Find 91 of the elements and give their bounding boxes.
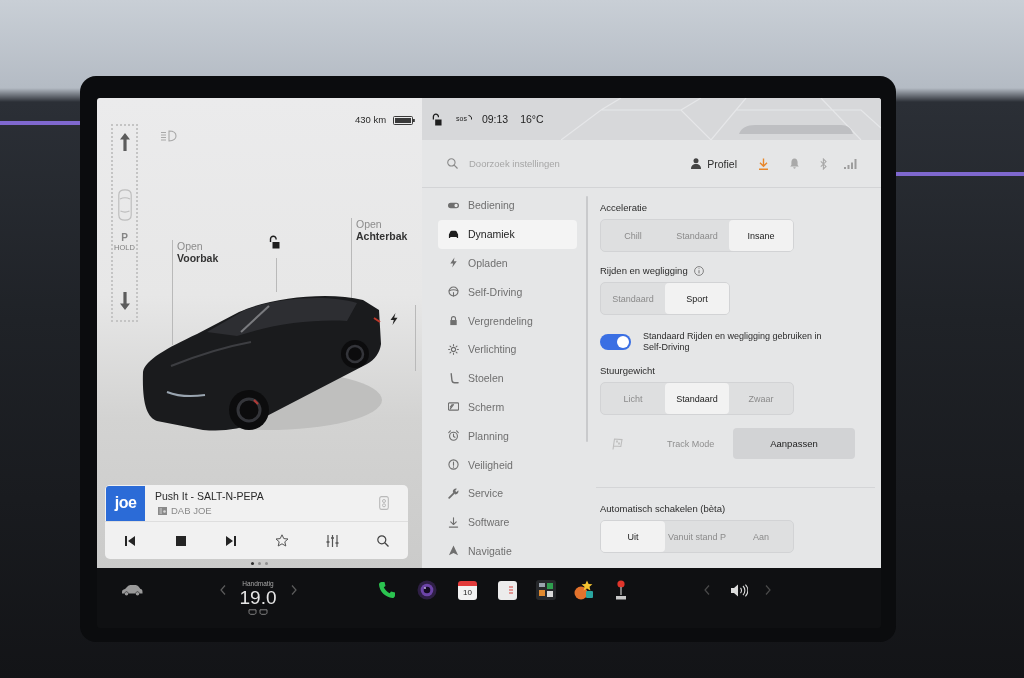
camera-lens-icon[interactable] (417, 580, 437, 600)
next-track-icon[interactable] (226, 535, 237, 546)
search-icon[interactable] (376, 534, 389, 547)
app-grid-icon[interactable] (536, 580, 556, 600)
chevron-right-icon[interactable] (291, 585, 297, 595)
toy-shapes-icon[interactable] (574, 580, 594, 600)
joystick-icon[interactable] (616, 580, 626, 600)
toggle-switch[interactable] (600, 333, 631, 350)
track-mode-label: Track Mode (667, 438, 715, 449)
profile-button[interactable]: Profiel (691, 157, 737, 170)
range-readout: 430 km (355, 114, 387, 126)
lightning-icon[interactable] (390, 313, 398, 325)
segment-option[interactable]: Aan (729, 521, 793, 552)
outside-temperature: 16°C (520, 113, 544, 125)
segment-option[interactable]: Vanuit stand P (665, 521, 729, 552)
arrow-down-icon[interactable] (119, 292, 130, 310)
gear-position: P (121, 233, 128, 243)
cellular-signal-icon (844, 158, 857, 169)
track-title: Push It - SALT-N-PEPA (155, 490, 264, 502)
chevron-left-icon[interactable] (220, 585, 226, 595)
display-icon (448, 401, 459, 413)
toggle-label: Standaard Rijden en wegligging gebruiken in Self-Driving (643, 331, 823, 352)
menu-item[interactable]: Navigatie (438, 536, 577, 566)
menu-item[interactable]: Scherm (438, 392, 577, 422)
arrow-up-icon[interactable] (119, 133, 130, 151)
battery-icon (393, 116, 415, 125)
equalizer-icon[interactable] (325, 534, 339, 547)
car-top-view-icon (117, 189, 132, 221)
seat-icon (448, 372, 459, 384)
menu-item[interactable]: Bediening (438, 191, 577, 220)
notepad-icon[interactable] (498, 580, 517, 600)
navigation-arrow-icon (448, 545, 459, 557)
menu-item[interactable]: Self-Driving (438, 277, 577, 307)
menu-item[interactable]: Stoelen (438, 363, 577, 393)
section-title: Automatisch schakelen (bèta) (600, 503, 726, 515)
page-dot[interactable] (251, 562, 254, 565)
temperature-setting[interactable]: 19.0 (239, 587, 277, 608)
segment-option[interactable]: Standaard (665, 220, 729, 251)
headlight-icon (160, 130, 177, 142)
search-field[interactable]: Doorzoek instellingen (469, 158, 659, 169)
page-dot[interactable] (265, 562, 268, 565)
previous-track-icon[interactable] (125, 535, 136, 546)
segment-option[interactable]: Zwaar (729, 383, 793, 414)
calendar-button[interactable]: 10 (458, 580, 477, 600)
leader-line (276, 258, 277, 292)
download-icon (448, 516, 459, 528)
segment-option[interactable]: Insane (729, 220, 793, 251)
page-dot[interactable] (258, 562, 261, 565)
open-padlock-icon[interactable] (269, 235, 280, 249)
star-icon[interactable] (274, 534, 289, 547)
open-padlock-icon[interactable] (432, 112, 442, 126)
menu-item[interactable]: Opladen (438, 248, 577, 278)
segment-option[interactable]: Chill (601, 220, 665, 251)
segment-option[interactable]: Sport (665, 283, 729, 314)
menu-item[interactable]: Dynamiek (438, 219, 577, 249)
menu-item[interactable]: Vergrendeling (438, 306, 577, 335)
segment-option[interactable]: Licht (601, 383, 665, 414)
open-frunk-button[interactable]: Open Voorbak (177, 240, 219, 264)
wrench-icon (448, 487, 459, 499)
lightning-icon (448, 257, 459, 269)
person-icon (691, 158, 702, 169)
menu-item[interactable]: Planning (438, 421, 577, 451)
stop-icon[interactable] (175, 535, 186, 546)
segment-option[interactable]: Standaard (665, 383, 729, 414)
car-icon (448, 228, 459, 240)
segment-option[interactable]: Standaard (601, 283, 665, 314)
signal-arc-icon (467, 114, 472, 120)
radio-icon (158, 506, 167, 515)
menu-item[interactable]: Software (438, 507, 577, 537)
volume-icon[interactable] (731, 583, 748, 597)
station-name: DAB JOE (171, 505, 212, 516)
phone-icon[interactable] (378, 581, 396, 599)
segment-option[interactable]: Uit (601, 521, 665, 552)
open-trunk-button[interactable]: Open Achterbak (356, 218, 408, 242)
padlock-icon (448, 315, 459, 327)
section-title: Stuurgewicht (600, 365, 655, 377)
alert-icon (448, 459, 459, 471)
car-icon[interactable] (121, 584, 143, 596)
section-title: Acceleratie (600, 202, 647, 214)
menu-item[interactable]: Service (438, 478, 577, 508)
leader-line (415, 305, 416, 371)
steering-wheel-icon (448, 286, 459, 298)
menu-item[interactable]: Veiligheid (438, 450, 577, 479)
station-logo: joe (106, 485, 145, 521)
menu-item[interactable]: Verlichting (438, 335, 577, 364)
section-title: Rijden en wegligging (600, 265, 688, 277)
sun-icon (448, 343, 459, 355)
alarm-clock-icon (448, 430, 459, 442)
clock: 09:13 (481, 113, 509, 125)
flag-icon (612, 437, 623, 450)
info-icon[interactable] (693, 266, 704, 276)
